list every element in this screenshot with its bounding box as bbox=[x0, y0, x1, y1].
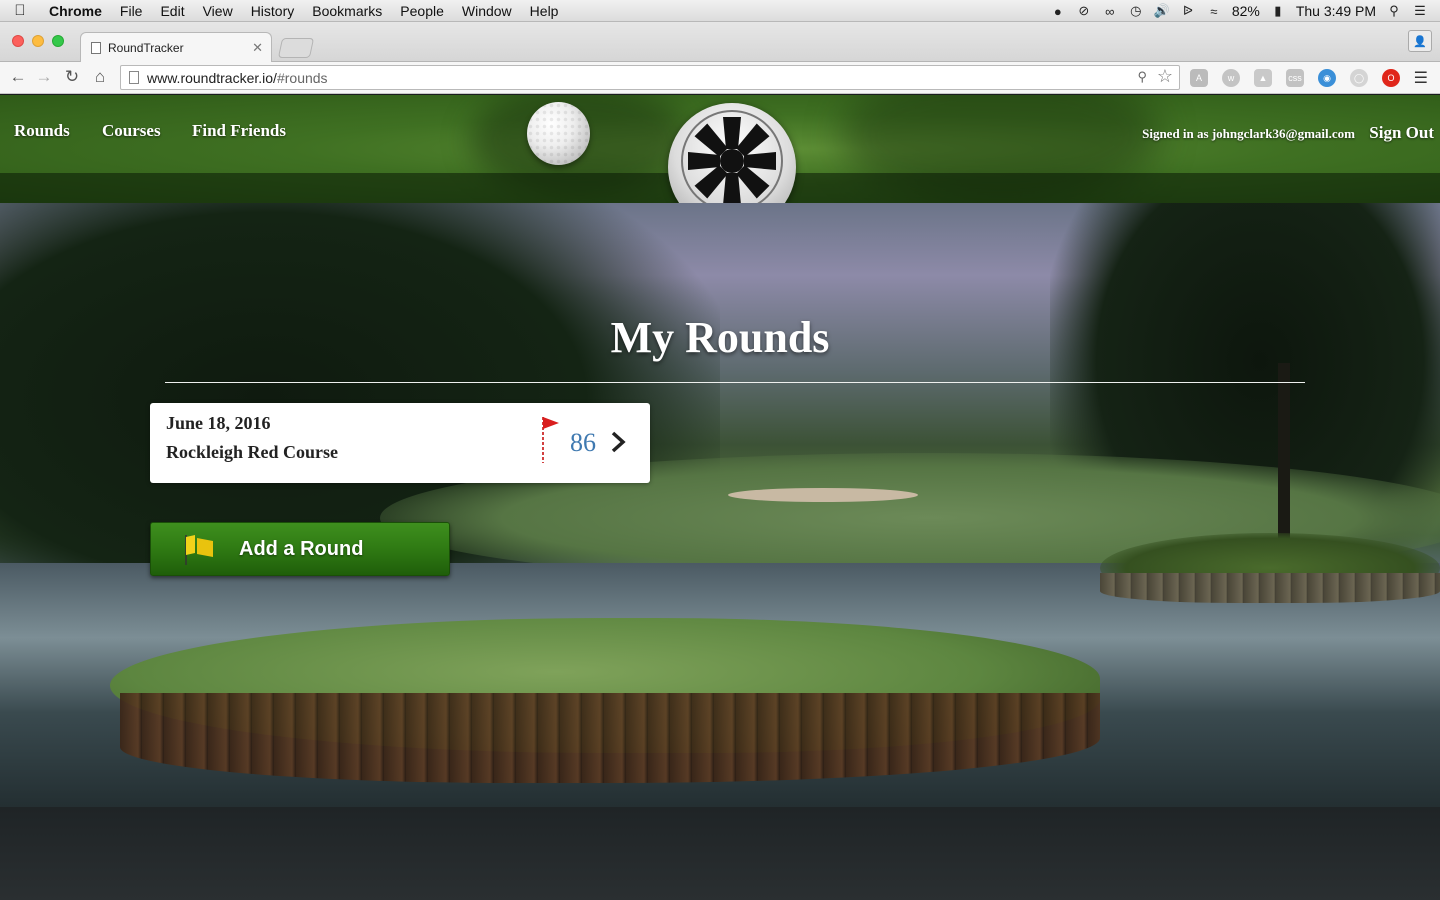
window-close-button[interactable] bbox=[12, 35, 24, 47]
extension-icon-6[interactable]: ◯ bbox=[1350, 69, 1368, 87]
profile-icon[interactable]: 👤 bbox=[1408, 30, 1432, 52]
bunker bbox=[728, 488, 918, 502]
key-icon[interactable]: ⚲ bbox=[1137, 69, 1147, 85]
page-info-icon[interactable] bbox=[129, 71, 139, 84]
chrome-menu-icon[interactable]: ☰ bbox=[1414, 68, 1428, 88]
tree-trunk bbox=[1278, 363, 1290, 543]
add-round-label: Add a Round bbox=[239, 538, 364, 560]
island-wall bbox=[1100, 573, 1440, 603]
bookmark-star-icon[interactable]: ☆ bbox=[1157, 66, 1173, 87]
macos-menubar:  Chrome File Edit View History Bookmark… bbox=[0, 0, 1440, 22]
round-course: Rockleigh Red Course bbox=[166, 442, 338, 462]
hero-background bbox=[0, 203, 1440, 807]
menu-edit[interactable]: Edit bbox=[151, 3, 193, 19]
battery-percent: 82% bbox=[1231, 3, 1260, 19]
chevron-right-icon[interactable] bbox=[610, 431, 626, 453]
clock[interactable]: Thu 3:49 PM bbox=[1296, 3, 1376, 19]
extension-icon-1[interactable]: A bbox=[1190, 69, 1208, 87]
back-icon[interactable]: ← bbox=[8, 67, 28, 87]
menu-bookmarks[interactable]: Bookmarks bbox=[303, 3, 391, 19]
extension-icon-2[interactable]: w bbox=[1222, 69, 1240, 87]
opera-icon[interactable]: O bbox=[1382, 69, 1400, 87]
menu-file[interactable]: File bbox=[111, 3, 152, 19]
site-header: Rounds Courses Find Friends Signed in as… bbox=[0, 95, 1440, 203]
tab-title: RoundTracker bbox=[108, 40, 184, 55]
round-score: 86 bbox=[570, 428, 596, 457]
bluetooth-icon[interactable]: ᐉ bbox=[1180, 3, 1196, 18]
add-round-button[interactable]: Add a Round bbox=[150, 522, 450, 576]
forward-icon[interactable]: → bbox=[34, 67, 54, 87]
nav-rounds[interactable]: Rounds bbox=[14, 121, 70, 141]
window-zoom-button[interactable] bbox=[52, 35, 64, 47]
red-flag-icon bbox=[542, 417, 559, 463]
nav-find-friends[interactable]: Find Friends bbox=[192, 121, 286, 141]
apple-icon[interactable]:  bbox=[0, 2, 40, 19]
window-minimize-button[interactable] bbox=[32, 35, 44, 47]
infinity-icon[interactable]: ∞ bbox=[1102, 4, 1118, 19]
spotlight-icon[interactable]: ⚲ bbox=[1386, 3, 1402, 18]
yellow-flag-icon bbox=[185, 535, 213, 565]
footer-area bbox=[0, 807, 1440, 900]
menu-app-name[interactable]: Chrome bbox=[40, 3, 111, 19]
address-bar[interactable]: www.roundtracker.io/#rounds ⚲ ☆ bbox=[120, 65, 1180, 90]
menu-window[interactable]: Window bbox=[453, 3, 521, 19]
url-path: #rounds bbox=[276, 69, 328, 86]
round-date: June 18, 2016 bbox=[166, 413, 271, 433]
evernote-icon[interactable]: ● bbox=[1050, 4, 1066, 19]
extension-globe-icon[interactable]: ◉ bbox=[1318, 69, 1336, 87]
menu-help[interactable]: Help bbox=[521, 3, 568, 19]
golf-ball-icon bbox=[527, 102, 590, 165]
url-host: www.roundtracker.io/ bbox=[147, 69, 277, 86]
browser-tab[interactable]: RoundTracker ✕ bbox=[80, 32, 272, 62]
menu-people[interactable]: People bbox=[391, 3, 453, 19]
nav-courses[interactable]: Courses bbox=[102, 121, 161, 141]
page-icon bbox=[91, 41, 101, 54]
wheel-logo-icon[interactable] bbox=[668, 103, 796, 203]
sign-out-link[interactable]: Sign Out bbox=[1369, 123, 1434, 143]
status-area: ● ⊘ ∞ ◷ 🔊 ᐉ ≈ 82% ▮ Thu 3:49 PM ⚲ ☰ bbox=[1050, 0, 1440, 22]
battery-icon[interactable]: ▮ bbox=[1270, 3, 1286, 18]
menu-history[interactable]: History bbox=[242, 3, 304, 19]
new-tab-button[interactable] bbox=[277, 38, 315, 58]
extension-icon-3[interactable]: ▲ bbox=[1254, 69, 1272, 87]
round-card[interactable]: June 18, 2016 Rockleigh Red Course 86 bbox=[150, 403, 650, 483]
extension-icon-4[interactable]: css bbox=[1286, 69, 1304, 87]
tab-close-icon[interactable]: ✕ bbox=[252, 40, 263, 56]
home-icon[interactable]: ⌂ bbox=[90, 67, 110, 87]
signed-in-label: Signed in as johngclark36@gmail.com bbox=[1142, 126, 1355, 141]
wifi-icon[interactable]: ≈ bbox=[1206, 4, 1222, 19]
do-not-disturb-icon[interactable]: ⊘ bbox=[1076, 3, 1092, 18]
reload-icon[interactable]: ↻ bbox=[62, 67, 82, 87]
time-machine-icon[interactable]: ◷ bbox=[1128, 3, 1144, 18]
notification-center-icon[interactable]: ☰ bbox=[1412, 3, 1428, 18]
title-divider bbox=[165, 382, 1305, 383]
browser-tabstrip: RoundTracker ✕ 👤 bbox=[0, 22, 1440, 62]
page-title: My Rounds bbox=[610, 313, 830, 362]
bulkhead bbox=[120, 693, 1100, 783]
menu-view[interactable]: View bbox=[194, 3, 242, 19]
browser-toolbar: ← → ↻ ⌂ www.roundtracker.io/#rounds ⚲ ☆ … bbox=[0, 62, 1440, 94]
volume-icon[interactable]: 🔊 bbox=[1154, 3, 1170, 18]
